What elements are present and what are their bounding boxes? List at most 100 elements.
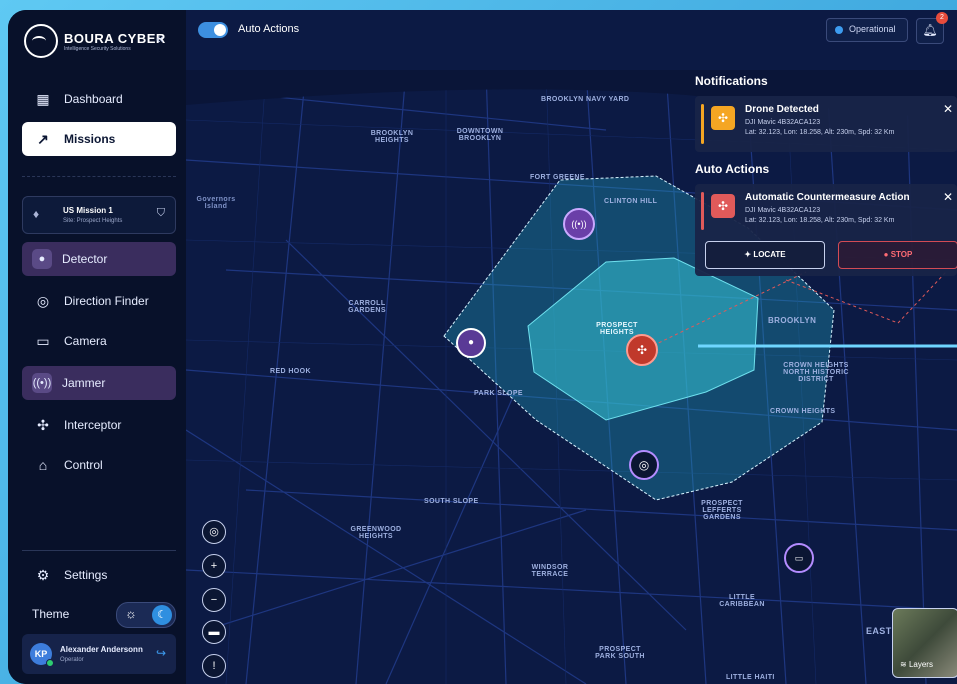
moon-icon[interactable]: ☾ (152, 605, 172, 625)
notification-card[interactable]: ✣ Drone Detected DJI Mavic 4B32ACA123 La… (695, 96, 957, 152)
sidebar-divider (22, 176, 176, 177)
detector-marker[interactable]: ● (456, 328, 486, 358)
map-label: PROSPECT PARK SOUTH (595, 646, 645, 660)
mission-selector[interactable]: ♦ US Mission 1 Site: Prospect Heights ⛉ (22, 196, 176, 234)
close-icon[interactable]: ✕ (943, 190, 953, 204)
brand-name: BOURA CYBER (64, 30, 166, 46)
ruler-icon: ▬ (208, 626, 220, 638)
shield-icon: ⛉ (156, 207, 165, 219)
theme-toggle[interactable]: ☼ ☾ (116, 602, 176, 628)
map-label: BROOKLYN HEIGHTS (370, 130, 414, 144)
map-label: CARROLL GARDENS (348, 300, 386, 314)
jammer-marker[interactable]: ((•)) (563, 208, 595, 240)
zoom-out-button[interactable]: − (202, 588, 226, 612)
locate-me-button[interactable]: ◎ (202, 520, 226, 544)
jammer-icon: ((•)) (32, 373, 52, 393)
user-profile[interactable]: KP Alexander Andersonn Operator ↪ (22, 634, 176, 674)
logout-icon[interactable]: ↪ (156, 646, 166, 660)
sidebar-item-jammer[interactable]: ((•)) Jammer (22, 366, 176, 400)
drone-icon: ✣ (37, 416, 49, 433)
sidebar-item-label: Interceptor (64, 418, 122, 432)
map-label: LITTLE CARIBBEAN (719, 594, 765, 608)
mission-site: Site: Prospect Heights (63, 218, 123, 224)
sidebar-item-label: Dashboard (64, 92, 123, 106)
brand-tagline: Intelligence Security Solutions (64, 45, 131, 52)
auto-action-details: Lat: 32.123, Lon: 18.258, Alt: 230m, Spd… (745, 217, 895, 224)
collapse-sidebar-icon[interactable]: « (156, 30, 164, 46)
auto-actions-label: Auto Actions (238, 23, 300, 35)
rocket-icon: ♦ (33, 207, 40, 221)
severity-bar (701, 104, 704, 144)
sidebar-item-label: Camera (64, 334, 107, 348)
map-label: PARK SLOPE (474, 390, 523, 397)
auto-action-model: DJI Mavic 4B32ACA123 (745, 207, 821, 214)
close-icon[interactable]: ✕ (943, 102, 953, 116)
map-label: BROOKLYN (768, 316, 817, 325)
brand-logo: BOURA CYBER Intelligence Security Soluti… (24, 24, 166, 58)
map-label: SOUTH SLOPE (424, 498, 479, 505)
sidebar-item-dashboard[interactable]: ▦ Dashboard (22, 82, 176, 116)
auto-actions-toggle[interactable] (198, 22, 228, 38)
drone-threat-marker[interactable]: ✣ (626, 334, 658, 366)
map-label: LITTLE HAITI (726, 674, 775, 681)
locate-label: LOCATE (753, 250, 786, 259)
auto-action-title: Automatic Countermeasure Action (745, 192, 910, 203)
direction-finder-marker[interactable]: ◎ (629, 450, 659, 480)
drone-icon: ✣ (711, 194, 735, 218)
measure-button[interactable]: ▬ (202, 620, 226, 644)
notification-model: DJI Mavic 4B32ACA123 (745, 119, 821, 126)
direction-icon: ◎ (638, 458, 650, 472)
mission-title: US Mission 1 (63, 206, 113, 215)
sidebar-item-label: Detector (62, 252, 108, 266)
theme-row: Theme ☼ ☾ (32, 602, 178, 628)
route-icon: ↗ (37, 130, 49, 147)
sidebar-item-label: Jammer (62, 376, 106, 390)
camera-marker[interactable]: ▭ (784, 543, 814, 573)
jammer-icon: ((•)) (571, 219, 587, 229)
info-button[interactable]: ! (202, 654, 226, 678)
detector-icon: ● (467, 337, 475, 348)
map-label: Governors Island (196, 196, 236, 210)
check-icon (835, 26, 843, 34)
theme-label: Theme (32, 607, 70, 621)
map-label: FORT GREENE (530, 174, 585, 181)
sidebar-item-detector[interactable]: ● Detector (22, 242, 176, 276)
layers-icon: ≋ (900, 660, 909, 669)
sun-icon[interactable]: ☼ (125, 606, 137, 621)
map-label: PROSPECT HEIGHTS (596, 322, 638, 336)
notifications-title: Notifications (695, 74, 768, 88)
grid-icon: ▦ (36, 90, 50, 107)
sidebar: BOURA CYBER Intelligence Security Soluti… (8, 10, 186, 684)
map-label: RED HOOK (270, 368, 311, 375)
top-bar: Auto Actions Operational 🔔︎ 2 (186, 10, 948, 50)
sidebar-item-direction-finder[interactable]: ◎ Direction Finder (22, 284, 176, 318)
info-icon: ! (212, 660, 216, 672)
map-label: DOWNTOWN BROOKLYN (456, 128, 504, 142)
notification-title: Drone Detected (745, 104, 819, 115)
gamepad-icon: ⌂ (38, 457, 48, 473)
sidebar-item-label: Direction Finder (64, 294, 149, 308)
drone-icon: ✣ (636, 343, 648, 357)
logo-icon (24, 24, 58, 58)
notification-details: Lat: 32.123, Lon: 18.258, Alt: 230m, Spd… (745, 129, 895, 136)
direction-icon: ◎ (36, 292, 50, 309)
locate-button[interactable]: ✦ LOCATE (705, 241, 825, 269)
status-text: Operational (849, 24, 896, 34)
stop-button[interactable]: ● STOP (838, 241, 957, 269)
sidebar-item-camera[interactable]: ▭ Camera (22, 324, 176, 358)
stop-label: STOP (890, 250, 913, 259)
sidebar-item-missions[interactable]: ↗ Missions (22, 122, 176, 156)
status-button[interactable]: Operational (826, 18, 908, 42)
detector-icon: ● (32, 249, 52, 269)
map-label: PROSPECT LEFFERTS GARDENS (701, 500, 743, 521)
sidebar-item-control[interactable]: ⌂ Control (22, 448, 176, 482)
camera-icon: ▭ (36, 332, 50, 349)
notification-badge: 2 (936, 12, 948, 24)
stop-icon: ● (883, 250, 891, 259)
sidebar-item-interceptor[interactable]: ✣ Interceptor (22, 408, 176, 442)
drone-icon: ✣ (711, 106, 735, 130)
sidebar-item-settings[interactable]: ⚙ Settings (22, 558, 176, 592)
zoom-in-button[interactable]: + (202, 554, 226, 578)
sidebar-item-label: Control (64, 458, 103, 472)
layers-label: ≋ Layers (900, 660, 933, 669)
